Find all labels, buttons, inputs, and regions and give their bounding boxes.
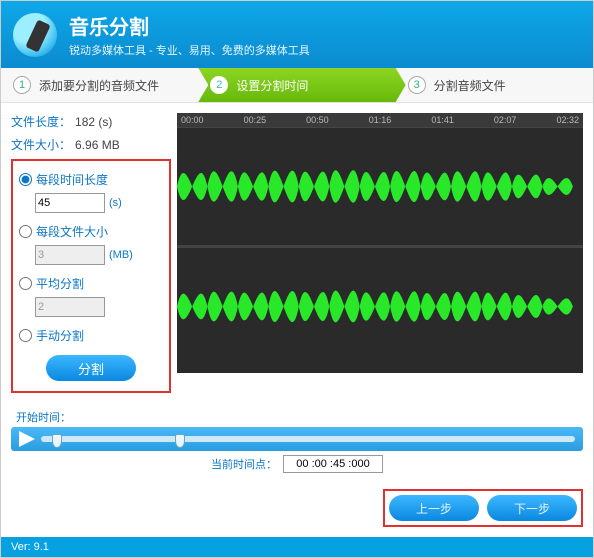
timeline-slider-row [11, 427, 583, 451]
opt-avg[interactable]: 平均分割 [19, 275, 84, 292]
next-button[interactable]: 下一步 [487, 495, 577, 521]
current-time-input[interactable] [283, 455, 383, 473]
step-number: 3 [408, 76, 426, 94]
app-title: 音乐分割 [69, 11, 310, 40]
timeline-slider[interactable] [41, 436, 575, 442]
opt-by-size-radio[interactable] [19, 225, 32, 238]
time-length-input[interactable] [35, 193, 105, 213]
avg-input [35, 297, 105, 317]
current-time-label: 当前时间点： [211, 456, 277, 472]
opt-by-size[interactable]: 每段文件大小 [19, 223, 108, 240]
opt-manual[interactable]: 手动分割 [19, 327, 84, 344]
opt-avg-radio[interactable] [19, 277, 32, 290]
play-icon[interactable] [19, 431, 35, 447]
step-2[interactable]: 2 设置分割时间 [198, 68, 395, 102]
range-end-marker[interactable] [175, 434, 185, 448]
size-unit: (MB) [109, 249, 133, 261]
waveform-top [177, 127, 583, 245]
opt-by-time[interactable]: 每段时间长度 [19, 171, 108, 188]
opt-manual-radio[interactable] [19, 329, 32, 342]
app-header: 音乐分割 锐动多媒体工具 - 专业、易用、免费的多媒体工具 [1, 1, 593, 68]
time-unit: (s) [109, 197, 122, 209]
app-logo-icon [13, 13, 57, 57]
start-time-label: 开始时间： [11, 409, 71, 425]
step-label: 分割音频文件 [434, 77, 506, 94]
app-subtitle: 锐动多媒体工具 - 专业、易用、免费的多媒体工具 [69, 42, 310, 58]
step-number: 1 [13, 76, 31, 94]
waveform-area[interactable]: 00:0000:2500:50 01:1601:4102:0702:32 [177, 113, 583, 373]
waveform-bottom [177, 247, 583, 365]
version: 9.1 [34, 541, 49, 553]
range-start-marker[interactable] [52, 434, 62, 448]
split-options-panel: 每段时间长度 (s) 每段文件大小 (MB) [11, 159, 171, 393]
step-3[interactable]: 3 分割音频文件 [396, 68, 593, 102]
file-size: 文件大小：6.96 MB [11, 136, 171, 153]
wizard-steps: 1 添加要分割的音频文件 2 设置分割时间 3 分割音频文件 [1, 68, 593, 103]
step-label: 添加要分割的音频文件 [39, 77, 159, 94]
time-ruler: 00:0000:2500:50 01:1601:4102:0702:32 [177, 113, 583, 127]
split-button[interactable]: 分割 [46, 355, 136, 381]
nav-buttons: 上一步 下一步 [383, 489, 583, 527]
step-1[interactable]: 1 添加要分割的音频文件 [1, 68, 198, 102]
prev-button[interactable]: 上一步 [389, 495, 479, 521]
size-input [35, 245, 105, 265]
file-length: 文件长度：182 (s) [11, 113, 171, 130]
status-bar: Ver: 9.1 [1, 537, 593, 557]
step-number: 2 [210, 76, 228, 94]
step-label: 设置分割时间 [236, 77, 308, 94]
opt-by-time-radio[interactable] [19, 173, 32, 186]
